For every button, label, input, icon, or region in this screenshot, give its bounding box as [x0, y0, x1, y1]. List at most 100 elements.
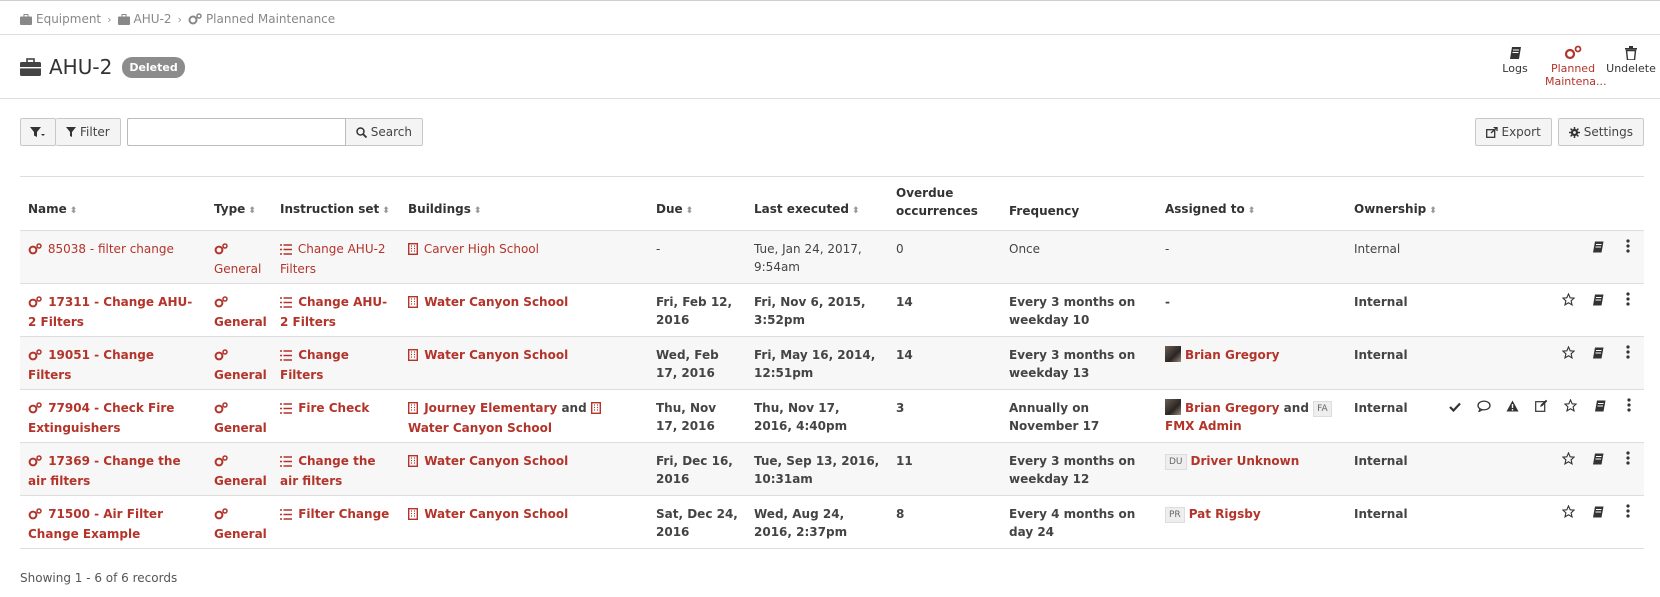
- more-icon: [1626, 345, 1630, 364]
- building-link[interactable]: Water Canyon School: [407, 348, 568, 362]
- cell-type: General: [206, 230, 272, 284]
- instruction-set-link[interactable]: Filter Change: [280, 507, 389, 521]
- initials-avatar: DU: [1165, 453, 1187, 470]
- pm-name-link[interactable]: 17311 - Change AHU-2 Filters: [28, 295, 192, 329]
- star-action-button[interactable]: [1560, 292, 1576, 310]
- breadcrumb-ahu2[interactable]: AHU-2: [117, 12, 172, 26]
- cell-assigned-to: Brian Gregory and FAFMX Admin: [1157, 389, 1346, 443]
- check-action-button[interactable]: [1447, 400, 1462, 416]
- breadcrumb-equipment[interactable]: Equipment: [20, 12, 101, 26]
- type-link[interactable]: General: [214, 295, 267, 329]
- building-link[interactable]: Water Canyon School: [407, 295, 568, 309]
- type-link[interactable]: General: [214, 242, 261, 276]
- book-action-button[interactable]: [1590, 294, 1606, 310]
- instruction-set-link[interactable]: Change AHU-2 Filters: [280, 242, 386, 276]
- book-action-button[interactable]: [1592, 400, 1607, 416]
- more-action-button[interactable]: [1620, 292, 1636, 310]
- assignee-link[interactable]: PR Pat Rigsby: [1165, 506, 1261, 523]
- instruction-set-link[interactable]: Fire Check: [280, 401, 369, 415]
- book-action-button[interactable]: [1590, 506, 1606, 522]
- column-header-ownership[interactable]: Ownership ⬍: [1346, 177, 1439, 231]
- table-row[interactable]: 19051 - Change Filters General Change Fil…: [20, 336, 1644, 390]
- star-action-button[interactable]: [1563, 398, 1578, 416]
- cell-name: 17311 - Change AHU-2 Filters: [20, 283, 206, 337]
- cell-last-executed: Thu, Nov 17, 2016, 4:40pm: [746, 389, 888, 443]
- list-icon: [280, 348, 292, 366]
- filter-icon: [66, 127, 76, 137]
- cell-last-executed: Tue, Jan 24, 2017, 9:54am: [746, 230, 888, 284]
- book-action-button[interactable]: [1590, 453, 1606, 469]
- book-action-button[interactable]: [1590, 241, 1606, 257]
- instruction-set-link[interactable]: Change Filters: [280, 348, 349, 382]
- breadcrumb-separator: ›: [107, 12, 112, 26]
- type-link[interactable]: General: [214, 348, 267, 382]
- book-action-button[interactable]: [1590, 347, 1606, 363]
- column-header-instruction-set[interactable]: Instruction set ⬍: [272, 177, 400, 231]
- logs-button[interactable]: Logs: [1486, 40, 1544, 88]
- export-button[interactable]: Export: [1474, 118, 1552, 146]
- comment-action-button[interactable]: [1476, 399, 1491, 417]
- planned-maintenance-button[interactable]: Planned Maintena...: [1544, 40, 1607, 88]
- pm-table-wrapper: Name ⬍ Type ⬍ Instruction set ⬍ Buildings ⬍ …: [20, 176, 1644, 549]
- type-link[interactable]: General: [214, 507, 267, 541]
- column-header-buildings[interactable]: Buildings ⬍: [400, 177, 648, 231]
- cell-assigned-to: PR Pat Rigsby: [1157, 495, 1346, 549]
- assignee-link[interactable]: Brian Gregory: [1165, 345, 1279, 362]
- column-header-name[interactable]: Name ⬍: [20, 177, 206, 231]
- table-row[interactable]: 17369 - Change the air filters General Ch…: [20, 442, 1644, 496]
- more-action-button[interactable]: [1620, 451, 1636, 469]
- column-header-assigned-to[interactable]: Assigned to ⬍: [1157, 177, 1346, 231]
- quick-filter-button[interactable]: [20, 118, 56, 146]
- building-icon: [407, 348, 419, 366]
- instruction-set-link[interactable]: Change AHU-2 Filters: [280, 295, 387, 329]
- building-link[interactable]: Journey Elementary: [407, 401, 557, 415]
- undelete-button[interactable]: Undelete: [1602, 40, 1660, 88]
- cell-due: -: [648, 230, 746, 284]
- sort-icon: ⬍: [851, 205, 860, 216]
- edit-action-button[interactable]: [1534, 399, 1549, 416]
- more-action-button[interactable]: [1621, 398, 1636, 416]
- search-button[interactable]: Search: [345, 118, 423, 146]
- pm-name-link[interactable]: 77904 - Check Fire Extinguishers: [28, 401, 174, 435]
- column-header-type[interactable]: Type ⬍: [206, 177, 272, 231]
- building-link[interactable]: Carver High School: [407, 242, 539, 256]
- search-input[interactable]: [126, 118, 346, 146]
- warning-action-button[interactable]: [1505, 400, 1520, 416]
- cell-type: General: [206, 283, 272, 337]
- assignee-link[interactable]: Brian Gregory: [1165, 398, 1279, 415]
- comment-icon: [1476, 399, 1491, 417]
- more-action-button[interactable]: [1620, 239, 1636, 257]
- building-link[interactable]: Water Canyon School: [407, 507, 568, 521]
- type-link[interactable]: General: [214, 454, 267, 488]
- cell-actions: [1439, 495, 1644, 549]
- star-action-button[interactable]: [1560, 345, 1576, 364]
- more-action-button[interactable]: [1620, 345, 1636, 364]
- pm-name-link[interactable]: 71500 - Air Filter Change Example: [28, 507, 163, 541]
- type-link[interactable]: General: [214, 401, 267, 435]
- star-action-button[interactable]: [1560, 451, 1576, 469]
- cell-frequency: Every 3 months on weekday 12: [1001, 442, 1157, 496]
- page-header: AHU-2 Deleted: [20, 52, 185, 82]
- filter-button[interactable]: Filter: [56, 118, 121, 146]
- table-row[interactable]: 17311 - Change AHU-2 Filters General Chan…: [20, 283, 1644, 337]
- star-action-button[interactable]: [1560, 504, 1576, 522]
- pm-name-link[interactable]: 19051 - Change Filters: [28, 348, 154, 382]
- column-header-due[interactable]: Due ⬍: [648, 177, 746, 231]
- pm-name-link[interactable]: 17369 - Change the air filters: [28, 454, 181, 488]
- breadcrumb-planned-maintenance[interactable]: Planned Maintenance: [188, 12, 335, 26]
- building-link[interactable]: Water Canyon School: [407, 454, 568, 468]
- table-row[interactable]: 85038 - filter change General Change AHU-…: [20, 230, 1644, 284]
- pm-name-link[interactable]: 85038 - filter change: [28, 242, 174, 256]
- assignee-link[interactable]: DU Driver Unknown: [1165, 453, 1299, 470]
- cell-ownership: Internal: [1346, 442, 1439, 496]
- cogs-icon: [214, 454, 228, 472]
- table-row[interactable]: 77904 - Check Fire Extinguishers General …: [20, 389, 1644, 443]
- more-action-button[interactable]: [1620, 504, 1636, 522]
- table-row[interactable]: 71500 - Air Filter Change Example General…: [20, 495, 1644, 549]
- avatar: [1165, 345, 1181, 362]
- settings-button[interactable]: Settings: [1557, 118, 1644, 146]
- column-header-last-executed[interactable]: Last executed ⬍: [746, 177, 888, 231]
- cell-ownership: Internal: [1346, 495, 1439, 549]
- star-icon: [1561, 345, 1575, 364]
- instruction-set-link[interactable]: Change the air filters: [280, 454, 376, 488]
